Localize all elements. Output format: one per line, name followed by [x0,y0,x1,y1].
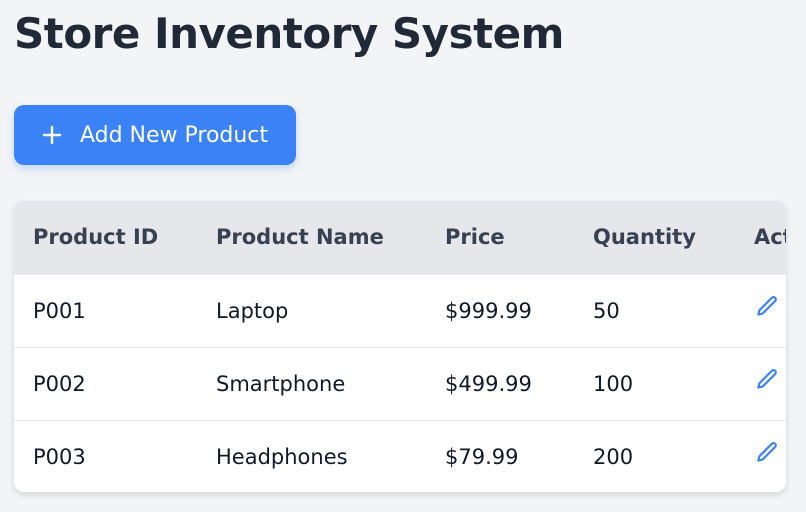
column-header-actions: Actions [754,225,786,250]
cell-price: $79.99 [445,444,519,469]
cell-price: $999.99 [445,298,532,323]
cell-product-name: Headphones [216,444,348,469]
cell-product-id: P001 [33,298,86,323]
row-actions [754,439,786,467]
table-header: Product ID Product Name Price Quantity A… [14,201,786,274]
add-new-product-button[interactable]: Add New Product [14,105,296,165]
inventory-page: Store Inventory System Add New Product P… [0,0,806,512]
table-row: P002 Smartphone $499.99 100 [14,347,786,420]
row-actions [754,366,786,394]
pencil-icon[interactable] [754,439,780,467]
column-header-product-name: Product Name [216,225,384,250]
column-header-price: Price [445,225,505,250]
cell-quantity: 50 [593,298,620,323]
cell-product-name: Smartphone [216,371,346,396]
pencil-icon[interactable] [754,366,780,394]
cell-actions [735,420,786,492]
cell-price: $499.99 [445,371,532,396]
cell-actions [735,274,786,347]
add-new-product-label: Add New Product [79,122,269,148]
cell-quantity: 100 [593,371,634,396]
cell-product-id: P003 [33,444,86,469]
plus-icon [42,125,62,145]
page-title: Store Inventory System [14,9,564,58]
table-header-row: Product ID Product Name Price Quantity A… [14,201,786,274]
inventory-table-container: Product ID Product Name Price Quantity A… [14,201,786,492]
cell-actions [735,347,786,420]
inventory-table: Product ID Product Name Price Quantity A… [14,201,786,492]
column-header-product-id: Product ID [33,225,159,250]
cell-product-id: P002 [33,371,86,396]
cell-product-name: Laptop [216,298,289,323]
column-header-quantity: Quantity [593,225,696,250]
cell-quantity: 200 [593,444,634,469]
row-actions [754,293,786,321]
table-row: P003 Headphones $79.99 200 [14,420,786,492]
pencil-icon[interactable] [754,293,780,321]
table-body: P001 Laptop $999.99 50 P002 Smartphone $… [14,274,786,492]
table-row: P001 Laptop $999.99 50 [14,274,786,347]
